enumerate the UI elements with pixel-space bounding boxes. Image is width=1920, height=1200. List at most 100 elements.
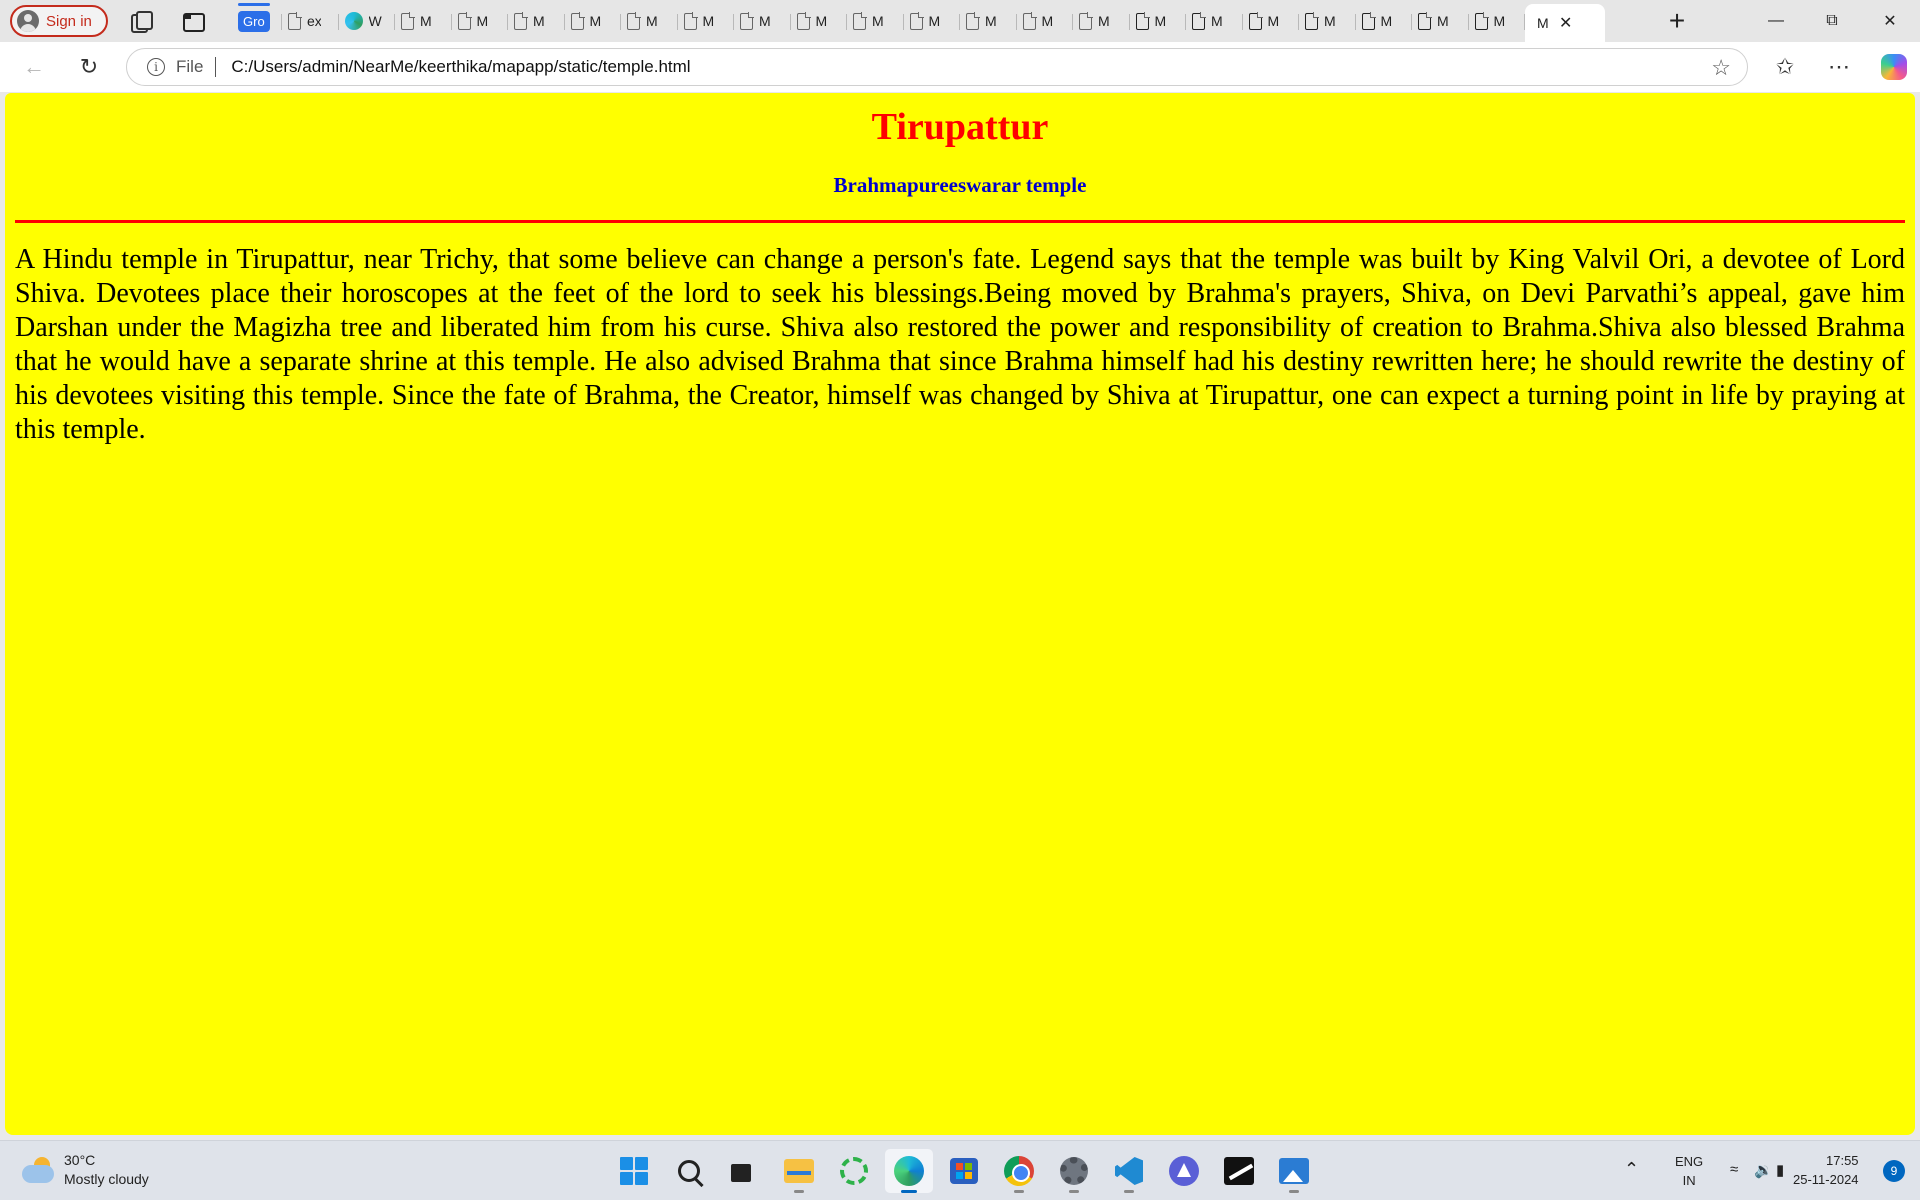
browser-tab[interactable]: M (565, 6, 622, 36)
browser-tab[interactable]: M (734, 6, 791, 36)
favorites-icon[interactable]: ✩ (1769, 52, 1801, 82)
weather-condition: Mostly cloudy (64, 1171, 149, 1187)
page-icon (1418, 11, 1432, 30)
clock[interactable]: 17:55 25-11-2024 (1793, 1151, 1859, 1189)
browser-tab[interactable]: M (1356, 6, 1413, 36)
new-tab-button[interactable]: + (1662, 5, 1692, 37)
browser-tab-label: M (1380, 13, 1393, 29)
arc-icon (1169, 1156, 1199, 1186)
loader-app-button[interactable] (830, 1149, 878, 1193)
copilot-button[interactable] (1878, 52, 1910, 82)
taskbar: 30°C Mostly cloudy ⌃ ENG IN ≈ 🔉 ▮ 17:55 … (0, 1140, 1920, 1200)
browser-tab[interactable]: M (791, 6, 848, 36)
tab-actions-icon[interactable] (181, 9, 205, 33)
page-icon (1305, 11, 1319, 30)
browser-tab[interactable]: M (395, 6, 452, 36)
page-icon (1135, 11, 1150, 30)
file-explorer-button[interactable] (775, 1149, 823, 1193)
browser-tab-label: M (985, 13, 997, 29)
weather-temperature: 30°C (64, 1152, 96, 1168)
vscode-button[interactable] (1105, 1149, 1153, 1193)
horizontal-rule (15, 219, 1905, 223)
page-icon (683, 11, 698, 30)
browser-tab[interactable]: M (1299, 6, 1356, 36)
minimize-button[interactable]: — (1748, 0, 1804, 42)
photos-icon (1279, 1158, 1309, 1184)
search-button[interactable] (665, 1149, 713, 1193)
browser-tab-label: M (1493, 13, 1506, 29)
browser-tab-label: M (646, 13, 658, 29)
browser-tab-label: M (476, 13, 489, 29)
browser-tab[interactable]: M (847, 6, 904, 36)
volume-icon[interactable]: 🔉 (1754, 1161, 1773, 1179)
wifi-icon[interactable]: ≈ (1730, 1161, 1738, 1178)
loader-ring-icon (840, 1157, 868, 1185)
sign-in-label: Sign in (46, 12, 92, 30)
photos-button[interactable] (1270, 1149, 1318, 1193)
profile-avatar-icon (17, 10, 39, 32)
page-icon (909, 11, 924, 30)
arc-button[interactable] (1160, 1149, 1208, 1193)
browser-tab[interactable]: M (1412, 6, 1469, 36)
address-bar[interactable]: i File C:/Users/admin/NearMe/keerthika/m… (126, 48, 1748, 86)
browser-tab[interactable]: W (339, 6, 396, 36)
task-view-button[interactable] (720, 1149, 768, 1193)
favorite-star-icon[interactable]: ☆ (1711, 55, 1731, 81)
browser-tab[interactable]: M (1469, 6, 1526, 36)
workspaces-icon[interactable] (128, 9, 153, 33)
browser-tab-label: M (1098, 13, 1110, 29)
browser-tab[interactable]: ex (282, 6, 339, 36)
browser-tab-label: M (1211, 13, 1223, 29)
page-icon (514, 11, 528, 30)
restore-button[interactable]: ⧉ (1804, 0, 1860, 42)
close-window-button[interactable]: ✕ (1862, 0, 1918, 42)
weather-widget[interactable]: 30°C Mostly cloudy (20, 1151, 149, 1189)
scheme-label: File (176, 57, 204, 76)
browser-tab[interactable]: M (1130, 6, 1187, 36)
page-viewport: Tirupattur Brahmapureeswarar temple A Hi… (5, 93, 1915, 1135)
show-hidden-icons-chevron-icon[interactable]: ⌃ (1624, 1159, 1639, 1180)
page-icon (853, 11, 867, 30)
active-browser-tab[interactable]: M ✕ (1525, 4, 1605, 42)
browser-tab-label: M (589, 13, 602, 29)
page-icon (1248, 11, 1263, 30)
browser-tab[interactable]: M (508, 6, 565, 36)
browser-tab[interactable]: M (904, 6, 961, 36)
capcut-button[interactable] (1215, 1149, 1263, 1193)
start-button[interactable] (610, 1149, 658, 1193)
browser-tab[interactable]: M (452, 6, 509, 36)
browser-tab[interactable]: M (1243, 6, 1300, 36)
site-info-icon[interactable]: i (147, 58, 165, 76)
edge-button[interactable] (885, 1149, 933, 1193)
temple-description: A Hindu temple in Tirupattur, near Trich… (15, 243, 1905, 445)
reload-button[interactable]: ↻ (73, 52, 105, 82)
active-tab-label: M (1537, 15, 1549, 31)
sign-in-button[interactable]: Sign in (10, 5, 108, 37)
back-button[interactable]: ← (18, 52, 50, 82)
page-icon (1022, 11, 1037, 30)
taskbar-apps (610, 1149, 1318, 1193)
close-tab-icon[interactable]: ✕ (1559, 13, 1572, 33)
language-indicator[interactable]: ENG IN (1675, 1152, 1703, 1190)
browser-tab[interactable]: M (1073, 6, 1130, 36)
page-icon (740, 11, 754, 30)
browser-tab[interactable]: M (678, 6, 735, 36)
page-icon (457, 11, 472, 30)
tab-group-label: Gro (238, 2, 270, 32)
chrome-button[interactable] (995, 1149, 1043, 1193)
browser-tab-label: M (815, 13, 828, 29)
notification-badge[interactable]: 9 (1883, 1160, 1905, 1182)
settings-button[interactable] (1050, 1149, 1098, 1193)
browser-tab[interactable]: M (1186, 6, 1243, 36)
browser-tab[interactable]: M (960, 6, 1017, 36)
browser-tab[interactable]: M (621, 6, 678, 36)
tab-row: Gro ex W M M M M M M M M M M M M M M M M M M M M M ✕ (230, 0, 1605, 42)
more-menu-icon[interactable]: ⋯ (1823, 52, 1855, 82)
tab-group-chip[interactable]: Gro (230, 2, 282, 36)
edge-icon (894, 1156, 924, 1186)
battery-icon[interactable]: ▮ (1776, 1161, 1784, 1179)
browser-tab[interactable]: M (1017, 6, 1074, 36)
url-text[interactable]: C:/Users/admin/NearMe/keerthika/mapapp/s… (231, 57, 690, 77)
store-button[interactable] (940, 1149, 988, 1193)
gear-icon (1060, 1157, 1088, 1185)
